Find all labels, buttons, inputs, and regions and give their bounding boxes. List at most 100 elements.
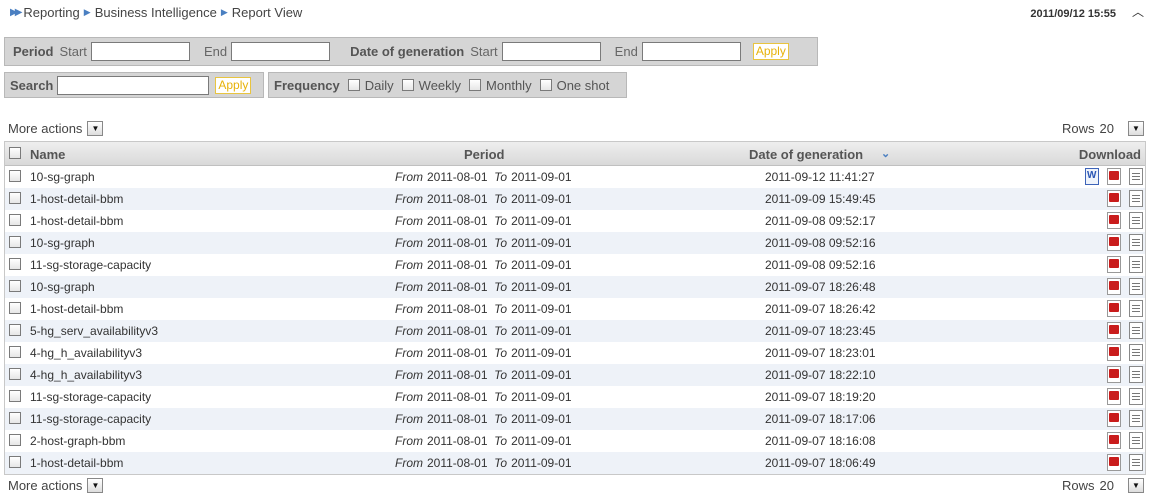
pdf-file-icon[interactable] [1107, 190, 1121, 207]
one-shot-checkbox[interactable] [539, 79, 552, 91]
table-row[interactable]: 1-host-detail-bbm From 2011-08-01 To 2011-0… [5, 298, 1145, 320]
table-row[interactable]: 1-host-detail-bbm From 2011-08-01 To 2011-0… [5, 210, 1145, 232]
table-row[interactable]: 11-sg-storage-capacity From 2011-08-01 To 2… [5, 408, 1145, 430]
report-name[interactable]: 4-hg_h_availabilityv3 [30, 346, 142, 360]
frequency-weekly-option[interactable]: Weekly [401, 78, 461, 93]
report-name[interactable]: 1-host-detail-bbm [30, 302, 123, 316]
daily-checkbox[interactable] [347, 79, 360, 91]
pdf-file-icon[interactable] [1107, 344, 1121, 361]
pdf-file-icon[interactable] [1107, 300, 1121, 317]
text-file-icon[interactable] [1129, 344, 1143, 361]
more-actions-dropdown-icon[interactable]: ▼ [87, 478, 104, 493]
text-file-icon[interactable] [1129, 278, 1143, 295]
more-actions-dropdown-icon[interactable]: ▼ [87, 121, 104, 136]
table-row[interactable]: 1-host-detail-bbm From 2011-08-01 To 2011-0… [5, 188, 1145, 210]
more-actions-bottom[interactable]: More actions ▼ [8, 478, 104, 493]
table-row[interactable]: 10-sg-graph From 2011-08-01 To 2011-09-01 20… [5, 232, 1145, 254]
pdf-file-icon[interactable] [1107, 388, 1121, 405]
report-name[interactable]: 10-sg-graph [30, 280, 95, 294]
text-file-icon[interactable] [1129, 234, 1143, 251]
rows-dropdown-icon[interactable]: ▼ [1128, 121, 1144, 136]
weekly-checkbox[interactable] [401, 79, 414, 91]
text-file-icon[interactable] [1129, 432, 1143, 449]
text-file-icon[interactable] [1129, 256, 1143, 273]
period-end-input[interactable] [231, 42, 331, 61]
row-checkbox[interactable] [9, 346, 21, 358]
report-name[interactable]: 5-hg_serv_availabilityv3 [30, 324, 158, 338]
generation-start-input[interactable] [501, 42, 601, 61]
table-row[interactable]: 4-hg_h_availabilityv3 From 2011-08-01 To 20… [5, 364, 1145, 386]
row-checkbox[interactable] [9, 236, 21, 248]
collapse-icon[interactable]: ︿ [1132, 3, 1144, 20]
search-apply-button[interactable]: Apply [215, 76, 252, 94]
table-row[interactable]: 11-sg-storage-capacity From 2011-08-01 To 2… [5, 386, 1145, 408]
sort-descending-icon[interactable]: ⌄ [881, 147, 890, 160]
frequency-one-shot-option[interactable]: One shot [539, 78, 609, 93]
row-checkbox[interactable] [9, 368, 21, 380]
pdf-file-icon[interactable] [1107, 322, 1121, 339]
report-name[interactable]: 11-sg-storage-capacity [30, 258, 151, 272]
pdf-file-icon[interactable] [1107, 256, 1121, 273]
row-checkbox[interactable] [9, 192, 21, 204]
text-file-icon[interactable] [1129, 454, 1143, 471]
rows-dropdown-icon[interactable]: ▼ [1128, 478, 1144, 493]
report-name[interactable]: 1-host-detail-bbm [30, 214, 123, 228]
pdf-file-icon[interactable] [1107, 454, 1121, 471]
report-name[interactable]: 1-host-detail-bbm [30, 192, 123, 206]
table-row[interactable]: 2-host-graph-bbm From 2011-08-01 To 2011-09… [5, 430, 1145, 452]
report-name[interactable]: 11-sg-storage-capacity [30, 390, 151, 404]
pdf-file-icon[interactable] [1107, 432, 1121, 449]
row-checkbox[interactable] [9, 390, 21, 402]
text-file-icon[interactable] [1129, 322, 1143, 339]
table-row[interactable]: 4-hg_h_availabilityv3 From 2011-08-01 To 20… [5, 342, 1145, 364]
text-file-icon[interactable] [1129, 212, 1143, 229]
report-name[interactable]: 10-sg-graph [30, 170, 95, 184]
text-file-icon[interactable] [1129, 388, 1143, 405]
word-file-icon[interactable] [1085, 168, 1099, 185]
rows-selector-bottom[interactable]: Rows 20 ▼ [1062, 478, 1144, 493]
column-header-period[interactable]: Period [464, 147, 504, 162]
rows-selector-top[interactable]: Rows 20 ▼ [1062, 121, 1144, 136]
pdf-file-icon[interactable] [1107, 212, 1121, 229]
column-header-date[interactable]: Date of generation [749, 147, 863, 162]
breadcrumb-item-reporting[interactable]: Reporting [23, 5, 79, 20]
pdf-file-icon[interactable] [1107, 278, 1121, 295]
pdf-file-icon[interactable] [1107, 168, 1121, 185]
frequency-monthly-option[interactable]: Monthly [469, 78, 532, 93]
text-file-icon[interactable] [1129, 300, 1143, 317]
pdf-file-icon[interactable] [1107, 366, 1121, 383]
search-input[interactable] [57, 75, 210, 95]
frequency-daily-option[interactable]: Daily [347, 78, 394, 93]
row-checkbox[interactable] [9, 324, 21, 336]
row-checkbox[interactable] [9, 456, 21, 468]
row-checkbox[interactable] [9, 434, 21, 446]
text-file-icon[interactable] [1129, 410, 1143, 427]
text-file-icon[interactable] [1129, 190, 1143, 207]
row-checkbox[interactable] [9, 412, 21, 424]
select-all-checkbox[interactable] [9, 147, 21, 159]
table-row[interactable]: 1-host-detail-bbm From 2011-08-01 To 2011-0… [5, 452, 1145, 474]
report-name[interactable]: 2-host-graph-bbm [30, 434, 125, 448]
row-checkbox[interactable] [9, 214, 21, 226]
report-name[interactable]: 1-host-detail-bbm [30, 456, 123, 470]
table-row[interactable]: 10-sg-graph From 2011-08-01 To 2011-09-01 20… [5, 166, 1145, 188]
report-name[interactable]: 11-sg-storage-capacity [30, 412, 151, 426]
breadcrumb-item-report-view[interactable]: Report View [232, 5, 303, 20]
text-file-icon[interactable] [1129, 366, 1143, 383]
generation-end-input[interactable] [641, 42, 741, 61]
column-header-name[interactable]: Name [30, 147, 65, 162]
row-checkbox[interactable] [9, 258, 21, 270]
report-name[interactable]: 10-sg-graph [30, 236, 95, 250]
report-name[interactable]: 4-hg_h_availabilityv3 [30, 368, 142, 382]
breadcrumb-item-business-intelligence[interactable]: Business Intelligence [95, 5, 217, 20]
more-actions-top[interactable]: More actions ▼ [8, 121, 104, 136]
monthly-checkbox[interactable] [469, 79, 482, 91]
row-checkbox[interactable] [9, 170, 21, 182]
pdf-file-icon[interactable] [1107, 410, 1121, 427]
period-apply-button[interactable]: Apply [752, 43, 789, 60]
pdf-file-icon[interactable] [1107, 234, 1121, 251]
table-row[interactable]: 11-sg-storage-capacity From 2011-08-01 To 2… [5, 254, 1145, 276]
period-start-input[interactable] [90, 42, 190, 61]
table-row[interactable]: 5-hg_serv_availabilityv3 From 2011-08-01 T… [5, 320, 1145, 342]
text-file-icon[interactable] [1129, 168, 1143, 185]
